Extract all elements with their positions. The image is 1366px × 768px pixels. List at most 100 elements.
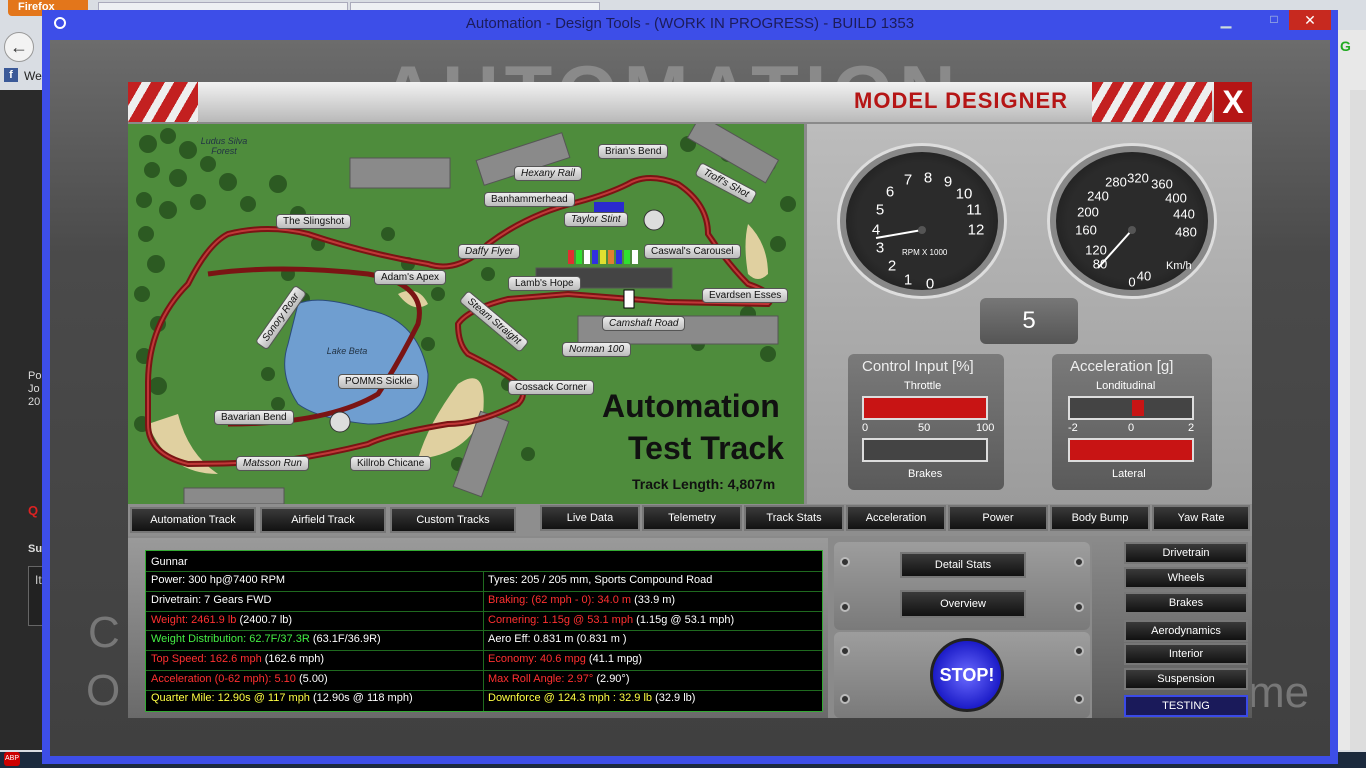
tab-automation-track[interactable]: Automation Track: [130, 507, 256, 533]
stat-reference: (63.1F/36.9R): [309, 633, 381, 645]
overview-button[interactable]: Overview: [900, 590, 1026, 618]
stat-reference: (0.831 m ): [573, 633, 627, 645]
facebook-icon[interactable]: f: [4, 68, 18, 82]
adblock-icon[interactable]: ABP: [4, 752, 20, 766]
nav-testing[interactable]: TESTING: [1124, 695, 1248, 717]
accel-scale-min: -2: [1068, 422, 1078, 434]
row-divider: [146, 670, 822, 671]
track-title-line1: Automation: [602, 388, 780, 424]
close-window-button[interactable]: ✕: [1289, 10, 1331, 30]
row-divider: [146, 630, 822, 631]
acceleration-title: Acceleration [g]: [1070, 358, 1174, 375]
background-text: me: [1248, 668, 1310, 717]
pit-flags: [568, 250, 638, 264]
browser-scrollbar[interactable]: [1350, 90, 1366, 750]
stat-value: Downforce @ 124.3 mph : 32.9 lb: [488, 692, 653, 704]
stat-reference: (162.6 mph): [261, 653, 325, 665]
stat-reference: (1.15g @ 53.1 mph): [633, 614, 735, 626]
track-map: Ludus Silva Forest Lake Beta Brian's Ben…: [128, 124, 804, 504]
stat-reference: (5.00): [295, 673, 328, 685]
corner-label: Norman 100: [562, 342, 632, 357]
corner-label: Lamb's Hope: [508, 276, 581, 291]
sand-runoff: [745, 224, 768, 279]
designer-title: MODEL DESIGNER: [854, 88, 1069, 113]
stat-right-row: Aero Eff: 0.831 m (0.831 m ): [488, 633, 627, 645]
stat-reference: (32.9 lb): [652, 692, 696, 704]
longitudinal-label: Londitudinal: [1096, 380, 1156, 392]
tab-live-data[interactable]: Live Data: [540, 505, 640, 531]
stat-value: Economy: 40.6 mpg: [488, 653, 586, 665]
page-left-subheading: Su: [28, 543, 43, 555]
stat-right-row: Cornering: 1.15g @ 53.1 mph (1.15g @ 53.…: [488, 614, 734, 626]
page-left-column: [0, 90, 42, 750]
corner-label: Cossack Corner: [508, 380, 594, 395]
lake-label: Lake Beta: [326, 346, 368, 356]
page-left-text: Po Jo 20: [28, 370, 42, 408]
tab-track-stats[interactable]: Track Stats: [744, 505, 844, 531]
tab-yaw-rate[interactable]: Yaw Rate: [1152, 505, 1250, 531]
corner-label: Killrob Chicane: [350, 456, 432, 471]
corner-label: Hexany Rail: [514, 166, 582, 181]
stat-value: Braking: (62 mph - 0): 34.0 m: [488, 594, 632, 606]
corner-label: Daffy Flyer: [458, 244, 521, 259]
nav-suspension[interactable]: Suspension: [1124, 668, 1248, 690]
tab-airfield-track[interactable]: Airfield Track: [260, 507, 386, 533]
corner-label: Brian's Bend: [598, 144, 669, 159]
stat-right-row: Downforce @ 124.3 mph : 32.9 lb (32.9 lb…: [488, 692, 695, 704]
stat-value: Weight Distribution: 62.7F/37.3R: [151, 633, 310, 645]
car-name: Gunnar: [151, 556, 188, 568]
rivet: [1074, 557, 1084, 567]
tab-telemetry[interactable]: Telemetry: [642, 505, 742, 531]
tab-body-bump[interactable]: Body Bump: [1050, 505, 1150, 531]
back-arrow-icon[interactable]: ←: [4, 32, 34, 62]
row-divider: [146, 591, 822, 592]
stat-left-row: Acceleration (0-62 mph): 5.10 (5.00): [151, 673, 328, 685]
detail-stats-button[interactable]: Detail Stats: [900, 552, 1026, 578]
timing-clock-icon: [329, 411, 351, 433]
stat-value: Aero Eff: 0.831 m: [488, 633, 574, 645]
tab-custom-tracks[interactable]: Custom Tracks: [390, 507, 516, 533]
nav-wheels[interactable]: Wheels: [1124, 567, 1248, 589]
stat-left-row: Weight Distribution: 62.7F/37.3R (63.1F/…: [151, 633, 381, 645]
stat-right-row: Economy: 40.6 mpg (41.1 mpg): [488, 653, 642, 665]
maximize-button[interactable]: □: [1262, 12, 1286, 28]
nav-interior[interactable]: Interior: [1124, 643, 1248, 665]
designer-header: [128, 82, 1252, 122]
accel-scale-max: 2: [1188, 422, 1195, 434]
nav-brakes[interactable]: Brakes: [1124, 592, 1248, 614]
minimize-button[interactable]: ▁: [1214, 12, 1238, 28]
control-input-title: Control Input [%]: [862, 358, 974, 375]
timing-clock-icon: [643, 209, 665, 231]
stat-right-row: Braking: (62 mph - 0): 34.0 m (33.9 m): [488, 594, 675, 606]
corner-label: POMMS Sickle: [338, 374, 420, 389]
stat-value: Power: 300 hp@7400 RPM: [151, 574, 286, 586]
corner-label: Camshaft Road: [602, 316, 686, 331]
row-divider: [146, 650, 822, 651]
stop-button[interactable]: STOP!: [930, 638, 1004, 712]
row-divider: [146, 571, 822, 572]
designer-close-button[interactable]: X: [1214, 82, 1252, 122]
stat-left-row: Quarter Mile: 12.90s @ 117 mph (12.90s @…: [151, 692, 413, 704]
longitudinal-marker: [1132, 400, 1144, 416]
corner-label: Adam's Apex: [374, 270, 447, 285]
bookmark-label[interactable]: We: [24, 69, 42, 83]
rivet: [1074, 694, 1084, 704]
tab-acceleration[interactable]: Acceleration: [846, 505, 946, 531]
background-text: O: [86, 666, 121, 715]
stat-left-row: Top Speed: 162.6 mph (162.6 mph): [151, 653, 324, 665]
corner-label: Banhammerhead: [484, 192, 575, 207]
stat-value: Weight: 2461.9 lb: [151, 614, 237, 626]
tab-power[interactable]: Power: [948, 505, 1048, 531]
stat-right-row: Max Roll Angle: 2.97° (2.90°): [488, 673, 630, 685]
rivet: [840, 602, 850, 612]
nav-aerodynamics[interactable]: Aerodynamics: [1124, 620, 1248, 642]
throttle-label: Throttle: [904, 380, 942, 392]
stat-left-row: Weight: 2461.9 lb (2400.7 lb): [151, 614, 292, 626]
stat-value: Drivetrain: 7 Gears FWD: [151, 594, 272, 606]
sync-icon[interactable]: G: [1340, 38, 1351, 54]
rivet: [1074, 602, 1084, 612]
stat-left-row: Power: 300 hp@7400 RPM: [151, 574, 285, 586]
throttle-bar: [862, 396, 988, 420]
corner-label: Bavarian Bend: [214, 410, 294, 425]
nav-drivetrain[interactable]: Drivetrain: [1124, 542, 1248, 564]
